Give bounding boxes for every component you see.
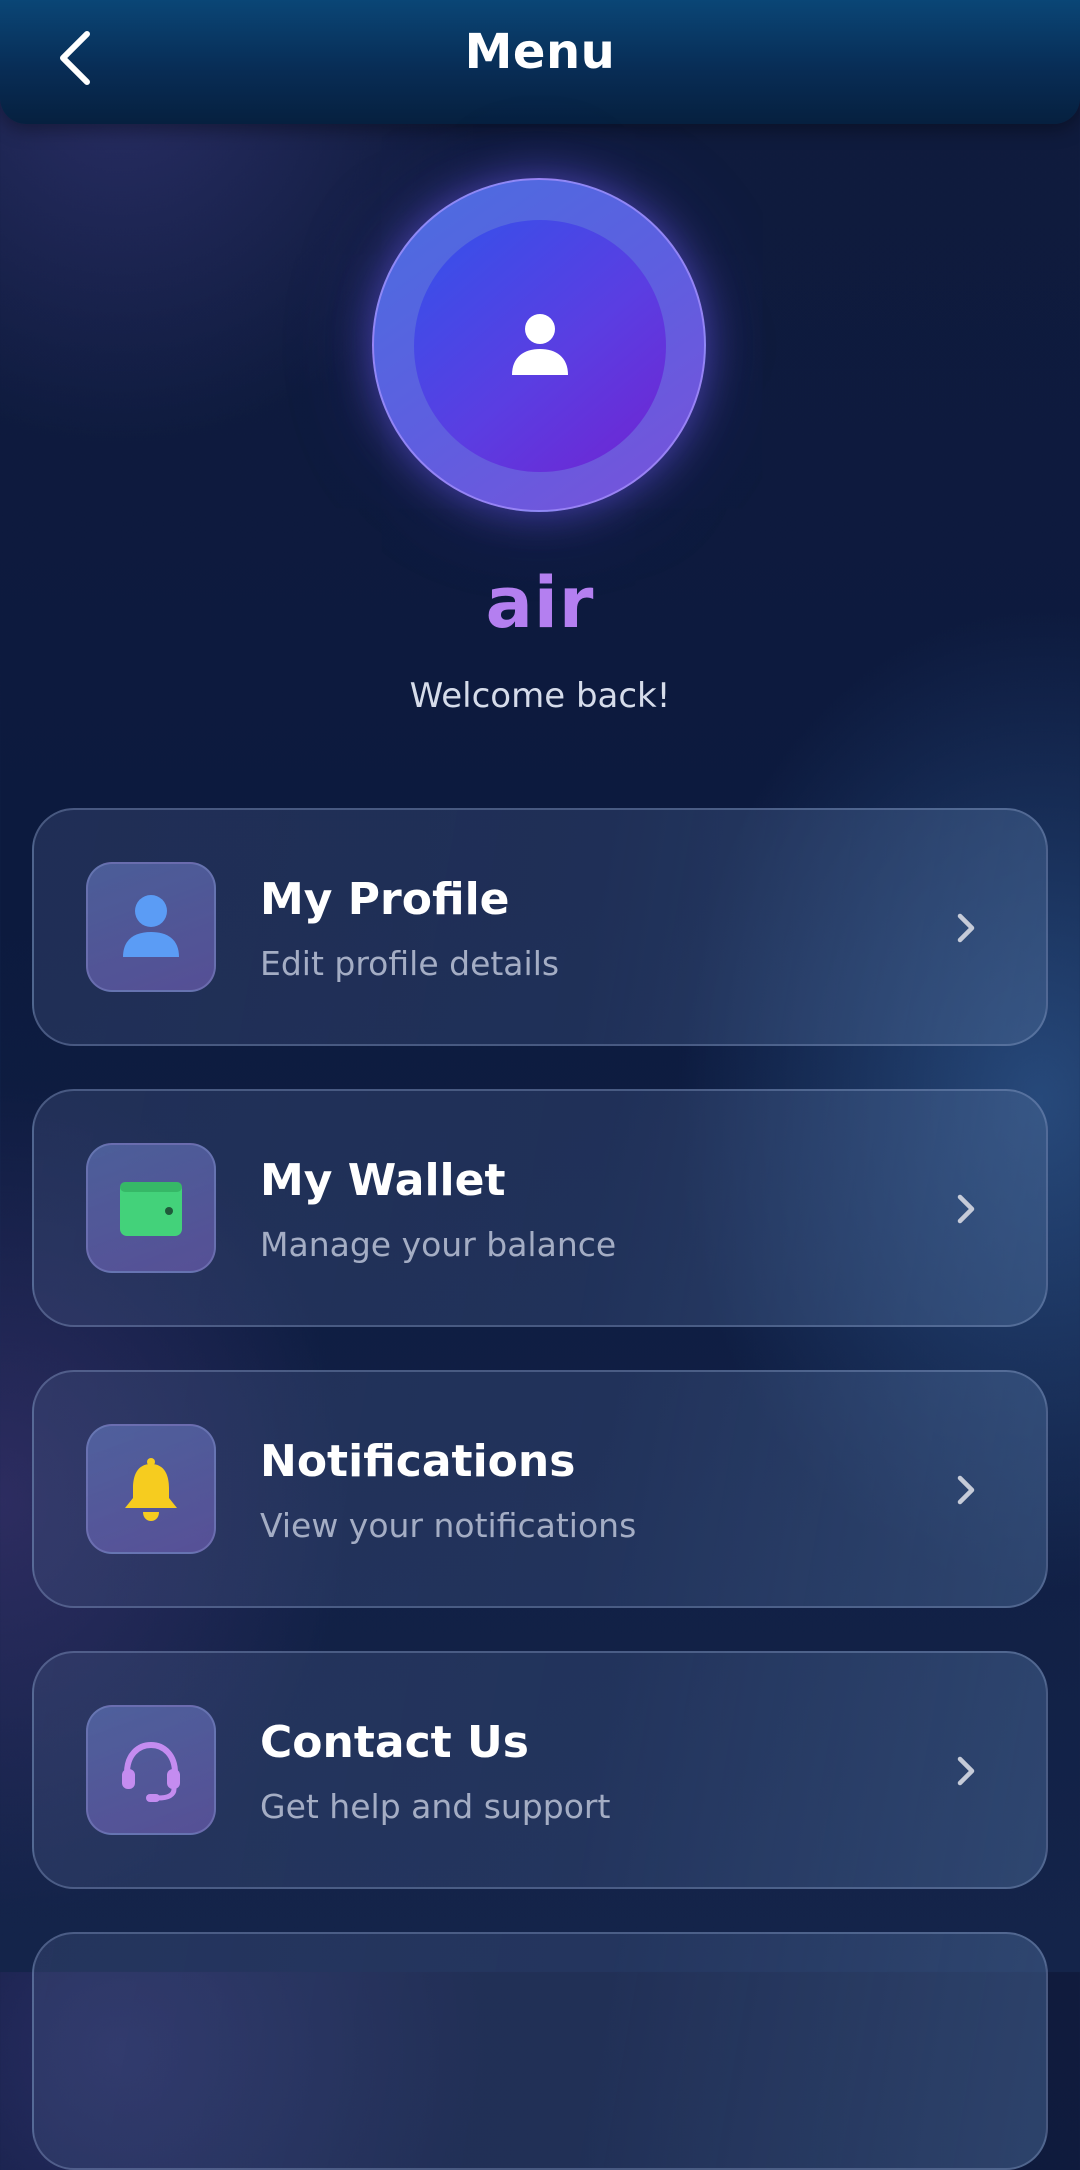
menu-item-subtitle: Edit profile details — [260, 944, 560, 983]
user-icon — [123, 895, 179, 957]
menu-item-subtitle: Manage your balance — [260, 1225, 617, 1264]
chevron-right-icon — [946, 1187, 986, 1231]
chevron-right-icon — [946, 1749, 986, 1793]
menu-item-title: Notifications — [260, 1436, 576, 1487]
menu-item-title: My Wallet — [260, 1155, 506, 1206]
top-app-bar: Menu — [0, 0, 1080, 124]
menu-icon-box — [86, 1705, 216, 1835]
menu-item-title: My Profile — [260, 874, 510, 925]
menu-item-notifications[interactable]: Notifications View your notifications — [32, 1370, 1048, 1608]
menu-item-title: Contact Us — [260, 1717, 529, 1768]
headset-icon — [122, 1741, 180, 1802]
menu-item-contact-us[interactable]: Contact Us Get help and support — [32, 1651, 1048, 1889]
bell-icon — [125, 1458, 177, 1521]
chevron-right-icon — [946, 1468, 986, 1512]
user-name: air — [485, 562, 595, 644]
menu-icon-box — [86, 1424, 216, 1554]
avatar-inner-circle — [414, 220, 666, 472]
avatar[interactable] — [372, 178, 706, 512]
menu-item-partial[interactable] — [32, 1932, 1048, 2170]
welcome-message: Welcome back! — [409, 676, 671, 716]
menu-icon-box — [86, 1143, 216, 1273]
menu-item-subtitle: View your notifications — [260, 1506, 637, 1545]
user-icon — [512, 314, 568, 375]
menu-icon-box — [86, 862, 216, 992]
menu-item-my-profile[interactable]: My Profile Edit profile details — [32, 808, 1048, 1046]
page-title: Menu — [464, 24, 616, 80]
wallet-icon — [120, 1182, 182, 1236]
menu-item-subtitle: Get help and support — [260, 1787, 611, 1826]
menu-item-my-wallet[interactable]: My Wallet Manage your balance — [32, 1089, 1048, 1327]
chevron-right-icon — [946, 906, 986, 950]
